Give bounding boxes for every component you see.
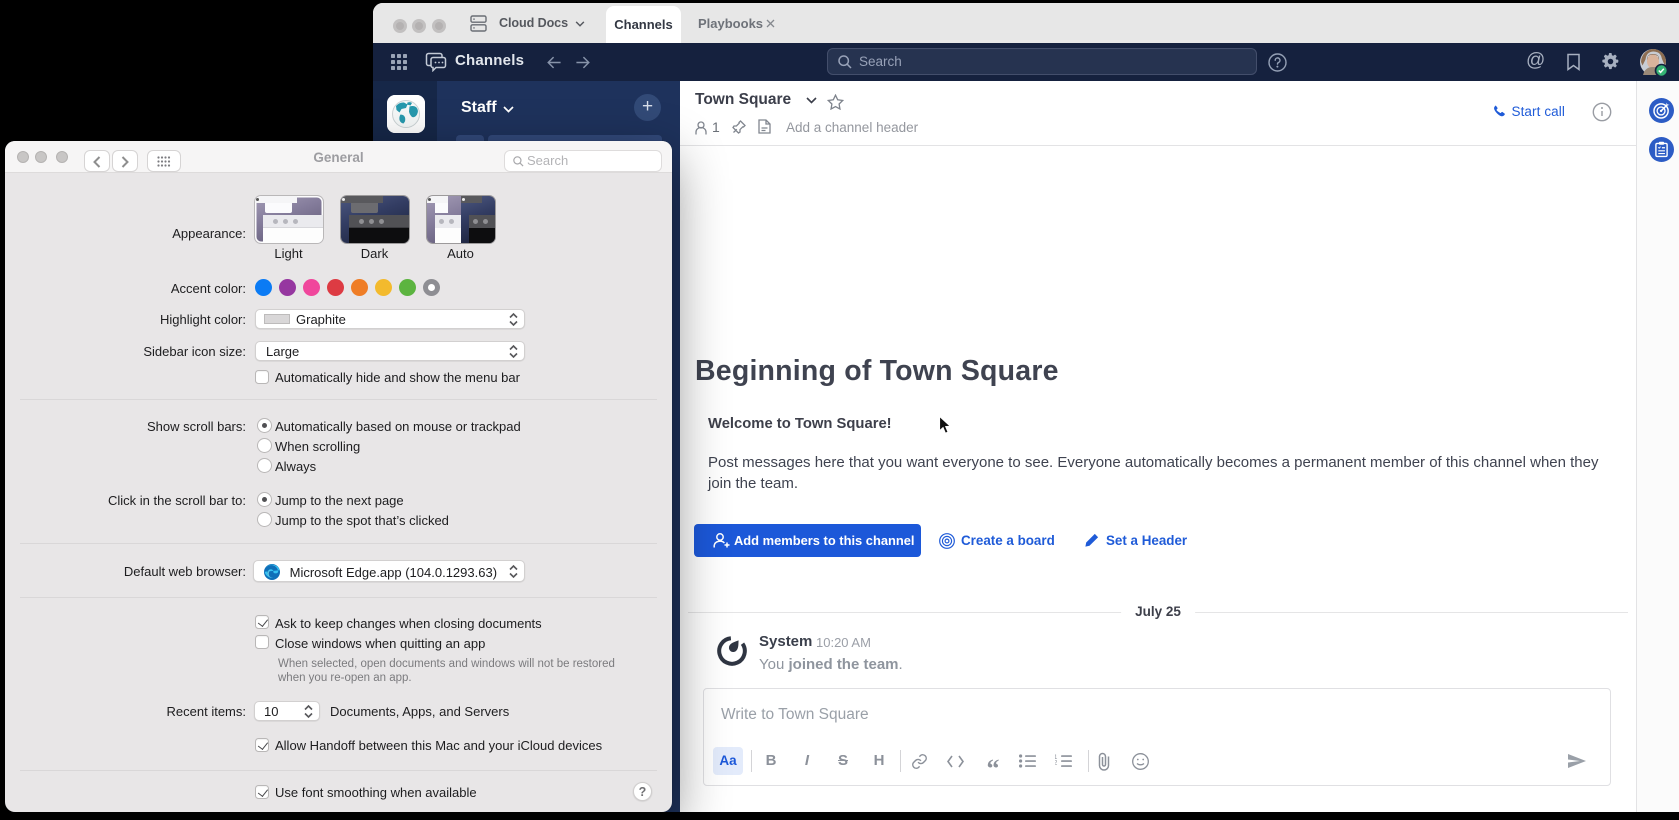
svg-text:2: 2 [1055,760,1058,766]
